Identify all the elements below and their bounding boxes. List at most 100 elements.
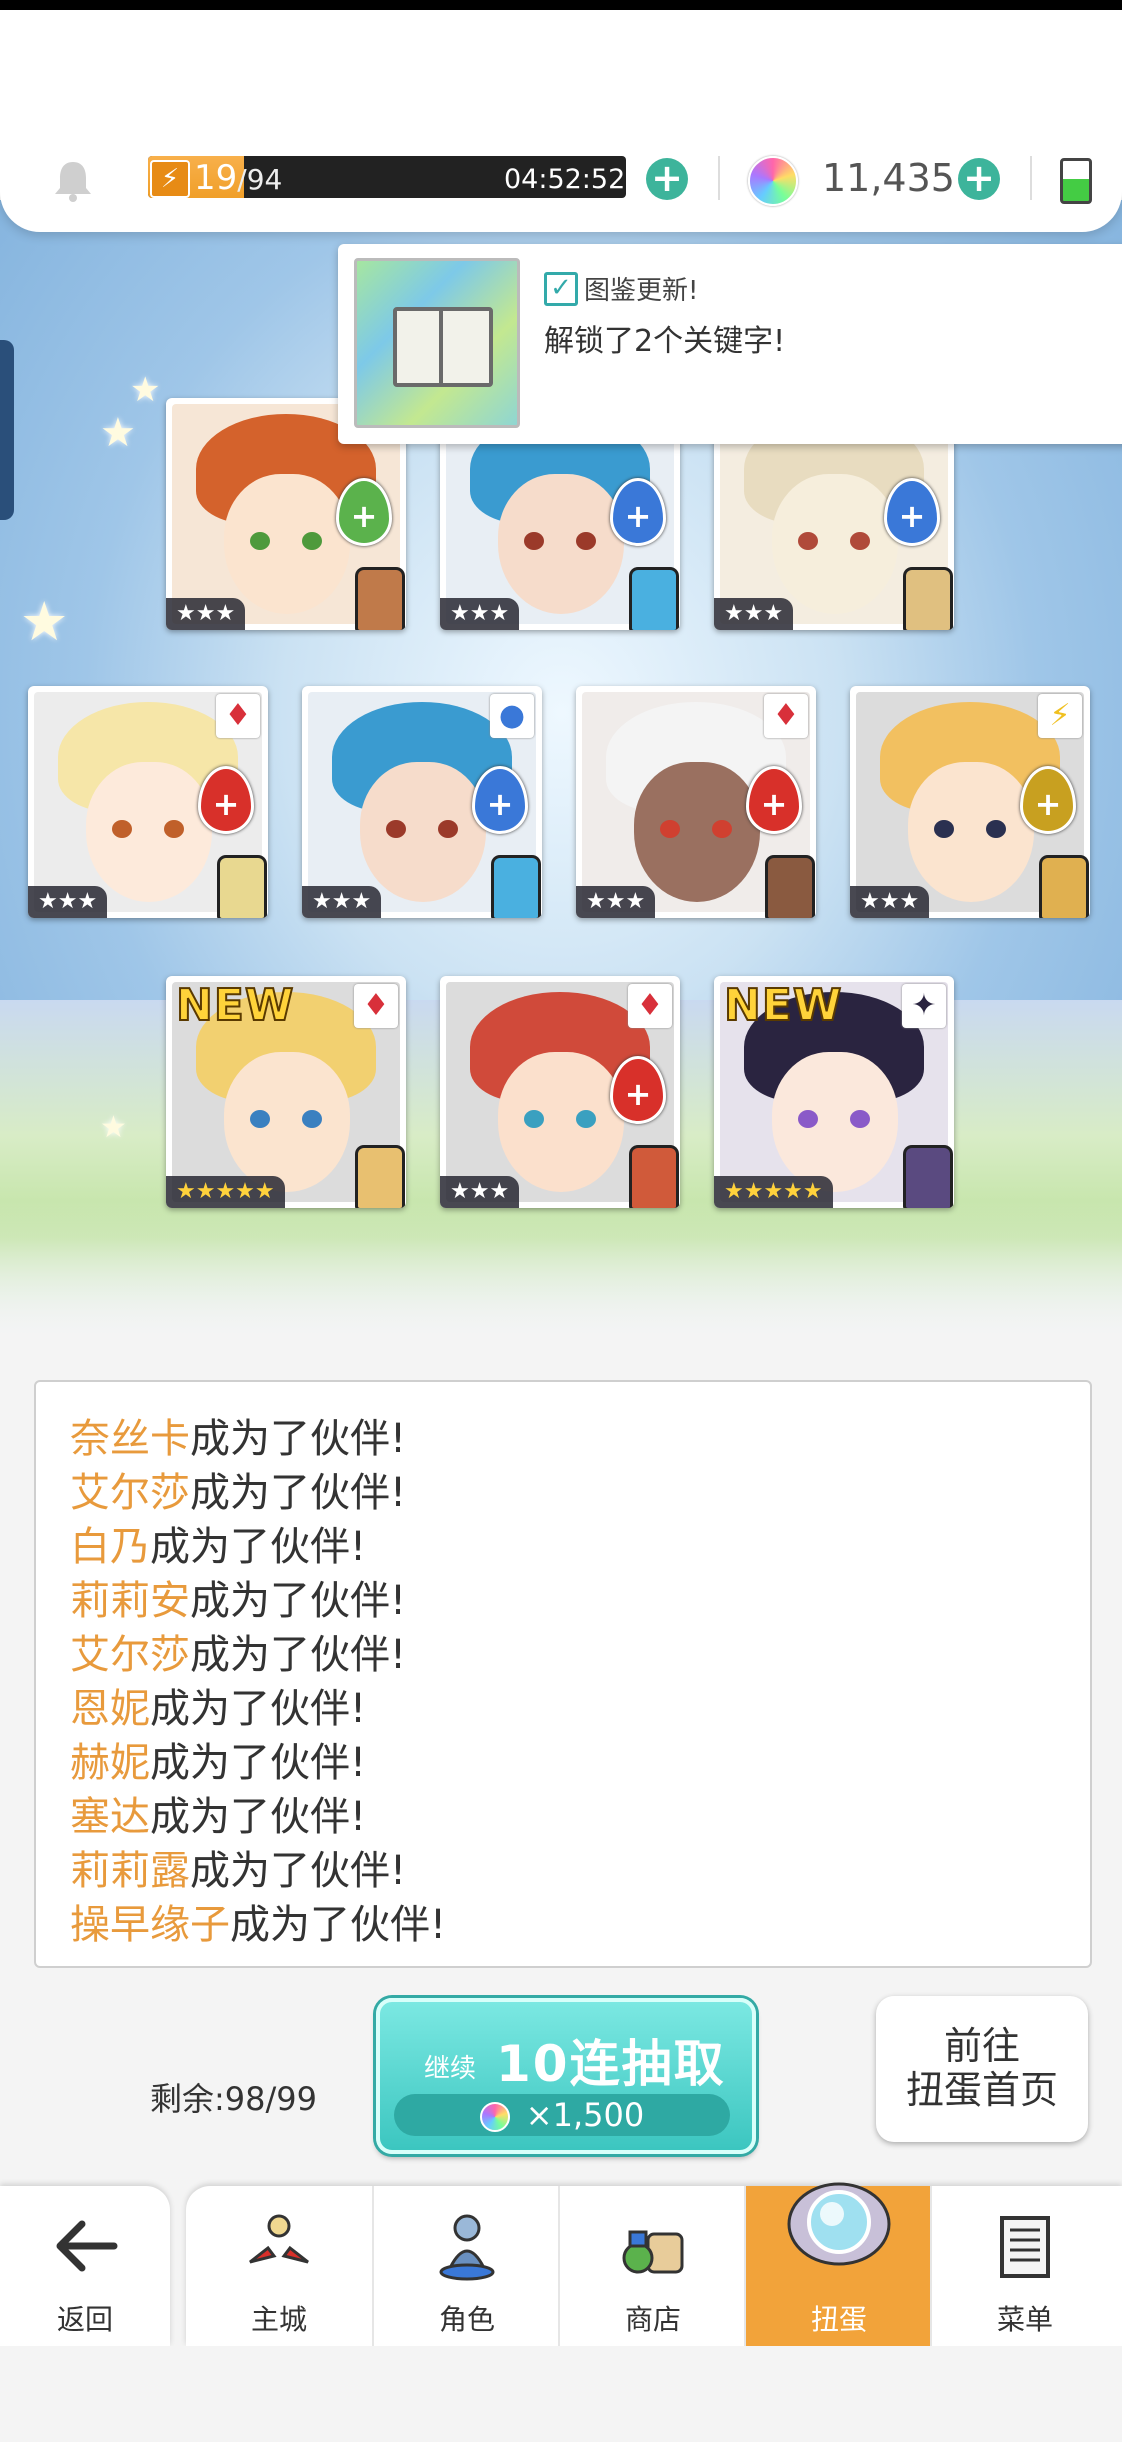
character-card[interactable]: NEW ♦ ★★★★★ bbox=[166, 976, 406, 1208]
back-button[interactable]: 返回 bbox=[0, 2186, 170, 2346]
roll-cost: ×1,500 bbox=[394, 2094, 730, 2136]
diamond-suit-icon: ♦ bbox=[354, 984, 398, 1028]
tab-label: 扭蛋 bbox=[810, 2303, 867, 2336]
stamina-timer: 04:52:52 bbox=[504, 164, 626, 195]
book-icon bbox=[393, 307, 493, 387]
battery-icon bbox=[1060, 158, 1092, 204]
gem-count: 11,435 bbox=[822, 156, 955, 200]
log-line: 塞达成为了伙伴! bbox=[70, 1794, 367, 1840]
notification-bell-icon[interactable] bbox=[50, 158, 96, 204]
system-navigation-area bbox=[0, 2346, 1122, 2442]
add-stamina-button[interactable]: + bbox=[646, 158, 688, 200]
new-badge: NEW bbox=[723, 979, 843, 1032]
sparkle-icon: ★ bbox=[20, 590, 69, 653]
rarity-stars: ★★★ bbox=[28, 886, 108, 918]
pixel-sprite-icon bbox=[1042, 858, 1086, 918]
home-button-line1: 前往 bbox=[943, 2024, 1020, 2068]
character-card[interactable]: ⚡ + ★★★ bbox=[850, 686, 1090, 918]
system-status-bar bbox=[0, 0, 1122, 10]
rarity-stars: ★★★★★ bbox=[166, 1176, 285, 1208]
log-line: 赫妮成为了伙伴! bbox=[70, 1740, 367, 1786]
tab-menu[interactable]: 菜单 bbox=[930, 2186, 1118, 2346]
gem-icon bbox=[479, 2102, 510, 2132]
pixel-sprite-icon bbox=[220, 858, 264, 918]
rarity-stars: ★★★ bbox=[302, 886, 382, 918]
tab-label: 主城 bbox=[250, 2303, 307, 2336]
continue-10-roll-button[interactable]: 继续 10连抽取 ×1,500 bbox=[376, 1998, 756, 2154]
diamond-suit-icon: ♦ bbox=[216, 694, 260, 738]
nav-tabs: 主城 角色 商店 扭蛋 菜单 bbox=[186, 2182, 1122, 2346]
gem-icon bbox=[748, 156, 798, 206]
character-card[interactable]: ♦ + ★★★ bbox=[576, 686, 816, 918]
pixel-sprite-icon bbox=[632, 570, 676, 630]
gacha-home-button[interactable]: 前往 扭蛋首页 bbox=[876, 1996, 1088, 2142]
stamina-value: 19/94 bbox=[194, 158, 283, 198]
pixel-sprite-icon bbox=[494, 858, 538, 918]
sparkle-icon: ★ bbox=[100, 410, 136, 456]
continue-label: 继续 bbox=[424, 2054, 477, 2084]
character-card[interactable]: ♦ + ★★★ bbox=[28, 686, 268, 918]
character-icon bbox=[439, 2214, 495, 2281]
character-card[interactable]: ● + ★★★ bbox=[302, 686, 542, 918]
tab-shop[interactable]: 商店 bbox=[558, 2186, 746, 2346]
encyclopedia-thumbnail bbox=[354, 258, 520, 428]
toast-body: 解锁了2个关键字! bbox=[544, 324, 786, 359]
pixel-sprite-icon bbox=[906, 570, 950, 630]
bottom-navigation: 返回 主城 角色 商店 扭蛋 菜单 bbox=[0, 2182, 1122, 2346]
log-line: 恩妮成为了伙伴! bbox=[70, 1686, 367, 1732]
rarity-stars: ★★★ bbox=[166, 598, 246, 630]
back-arrow-icon bbox=[56, 2220, 118, 2272]
menu-list-icon bbox=[1000, 2216, 1050, 2278]
pixel-sprite-icon bbox=[906, 1148, 950, 1208]
divider bbox=[1030, 156, 1032, 200]
pixel-sprite-icon bbox=[358, 1148, 402, 1208]
log-line: 艾尔莎成为了伙伴! bbox=[70, 1470, 407, 1516]
toast-title: 图鉴更新! bbox=[584, 276, 699, 306]
rarity-stars: ★★★ bbox=[714, 598, 794, 630]
diamond-suit-icon: ♦ bbox=[764, 694, 808, 738]
town-icon bbox=[249, 2214, 309, 2264]
home-button-line2: 扭蛋首页 bbox=[905, 2068, 1058, 2112]
tab-gacha[interactable]: 扭蛋 bbox=[744, 2182, 932, 2346]
log-line: 奈丝卡成为了伙伴! bbox=[70, 1416, 407, 1462]
pixel-sprite-icon bbox=[768, 858, 812, 918]
recruit-log: 奈丝卡成为了伙伴! 艾尔莎成为了伙伴! 白乃成为了伙伴! 莉莉安成为了伙伴! 艾… bbox=[34, 1380, 1092, 1968]
tab-characters[interactable]: 角色 bbox=[372, 2186, 560, 2346]
shop-icon bbox=[622, 2230, 684, 2274]
dark-suit-icon: ✦ bbox=[902, 984, 946, 1028]
remaining-count: 剩余:98/99 bbox=[150, 2080, 318, 2118]
sparkle-icon: ★ bbox=[100, 1110, 127, 1145]
stamina-bolt-icon: ⚡ bbox=[150, 160, 190, 198]
add-gems-button[interactable]: + bbox=[958, 158, 1000, 200]
diamond-suit-icon: ♦ bbox=[628, 984, 672, 1028]
rarity-stars: ★★★ bbox=[850, 886, 930, 918]
rarity-stars: ★★★ bbox=[440, 1176, 520, 1208]
tab-town[interactable]: 主城 bbox=[186, 2186, 372, 2346]
log-line: 莉莉露成为了伙伴! bbox=[70, 1848, 407, 1894]
log-line: 艾尔莎成为了伙伴! bbox=[70, 1632, 407, 1678]
side-drawer-handle[interactable] bbox=[0, 340, 14, 520]
encyclopedia-update-toast[interactable]: ✓ 图鉴更新! 解锁了2个关键字! bbox=[338, 244, 1122, 444]
log-line: 操早缘子成为了伙伴! bbox=[70, 1902, 447, 1948]
tab-label: 商店 bbox=[624, 2303, 681, 2336]
checkbox-icon: ✓ bbox=[544, 272, 578, 306]
lightning-suit-icon: ⚡ bbox=[1038, 694, 1082, 738]
roll-label: 10连抽取 bbox=[496, 2035, 726, 2093]
log-line: 白乃成为了伙伴! bbox=[70, 1524, 367, 1570]
back-label: 返回 bbox=[56, 2303, 113, 2336]
divider bbox=[718, 156, 720, 200]
new-badge: NEW bbox=[175, 979, 295, 1032]
log-line: 莉莉安成为了伙伴! bbox=[70, 1578, 407, 1624]
sparkle-icon: ★ bbox=[130, 370, 161, 410]
circle-suit-icon: ● bbox=[490, 694, 534, 738]
tab-label: 角色 bbox=[438, 2303, 495, 2336]
character-card[interactable]: NEW ✦ ★★★★★ bbox=[714, 976, 954, 1208]
character-card[interactable]: ♦ + ★★★ bbox=[440, 976, 680, 1208]
scene-fade bbox=[0, 1200, 1122, 1340]
rarity-stars: ★★★ bbox=[576, 886, 656, 918]
pixel-sprite-icon bbox=[358, 570, 402, 630]
gacha-result-screen: ★ ★ ★ ★ + ★★★ + ★★★ + ★★★ ♦ + ★★★ ● + ★★… bbox=[0, 0, 1122, 2442]
rarity-stars: ★★★★★ bbox=[714, 1176, 833, 1208]
rarity-stars: ★★★ bbox=[440, 598, 520, 630]
gacha-capsule-icon bbox=[787, 2182, 891, 2266]
